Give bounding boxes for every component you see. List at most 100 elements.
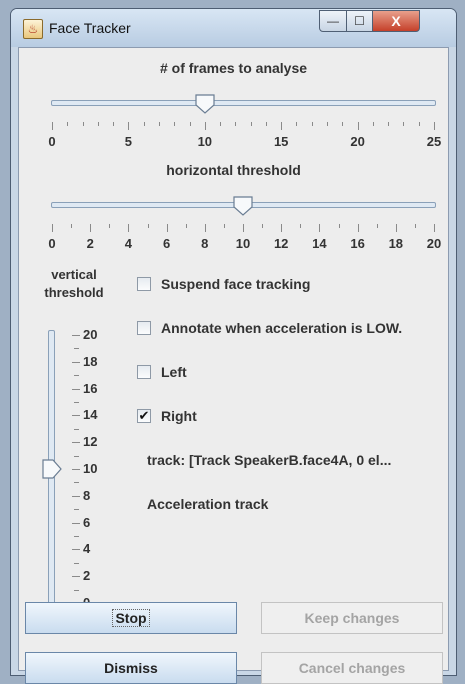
minimize-button[interactable]: — [319, 10, 347, 32]
horizontal-threshold-tick-label: 14 [312, 236, 327, 251]
vertical-threshold-tick-label: 18 [83, 353, 98, 369]
horizontal-threshold-tick [147, 224, 149, 228]
vertical-threshold-tick [72, 361, 80, 363]
left-label: Left [161, 364, 187, 380]
horizontal-threshold-tick-label: 10 [235, 236, 251, 251]
horizontal-threshold-tick [300, 224, 302, 228]
frames-slider-tick [143, 122, 145, 126]
vertical-threshold-tick [72, 495, 80, 497]
horizontal-threshold-tick [262, 224, 264, 228]
vertical-threshold-tick [72, 415, 80, 417]
vertical-threshold-tick [74, 375, 79, 377]
horizontal-threshold-tick [223, 224, 225, 228]
horizontal-threshold-tick-label: 16 [350, 236, 365, 251]
horizontal-threshold-thumb[interactable] [233, 196, 253, 216]
frames-slider-major-tick [204, 122, 206, 130]
vertical-threshold-tick [74, 428, 79, 430]
frames-slider-tick-label: 20 [350, 134, 365, 149]
horizontal-threshold-major-tick [395, 224, 397, 232]
horizontal-threshold-tick-label: 12 [273, 236, 289, 251]
vertical-threshold-tick-label: 14 [83, 407, 98, 423]
vertical-threshold-tick-label: 16 [83, 380, 98, 396]
vertical-threshold-slider[interactable]: 20181614121086420 [19, 48, 129, 648]
horizontal-threshold-tick [414, 224, 416, 228]
frames-slider-tick [403, 122, 405, 126]
vertical-threshold-tick [72, 469, 80, 470]
horizontal-threshold-tick [338, 224, 340, 228]
stop-button-label: Stop [112, 609, 150, 627]
suspend-face-tracking-checkbox[interactable] [137, 277, 151, 291]
frames-slider-tick [189, 122, 191, 126]
vertical-threshold-tick-label: 20 [83, 327, 98, 342]
suspend-face-tracking-checkbox-row[interactable]: Suspend face tracking [137, 274, 310, 294]
horizontal-threshold-major-tick [281, 224, 283, 232]
right-checkbox-row[interactable]: ✔ Right [137, 406, 197, 426]
close-button[interactable]: X [372, 10, 420, 32]
vertical-threshold-tick-label: 4 [83, 541, 91, 557]
frames-slider-thumb[interactable] [195, 94, 215, 114]
cancel-changes-button[interactable]: Cancel changes [261, 652, 443, 684]
horizontal-threshold-major-tick [319, 224, 321, 232]
frames-slider-tick-label: 10 [197, 134, 213, 149]
horizontal-threshold-tick-label: 8 [201, 236, 209, 251]
frames-slider-major-tick [434, 122, 435, 130]
annotate-low-acceleration-checkbox-row[interactable]: Annotate when acceleration is LOW. [137, 318, 402, 338]
frames-slider-tick-label: 25 [426, 134, 442, 149]
annotate-low-acceleration-label: Annotate when acceleration is LOW. [161, 320, 403, 336]
frames-slider-tick [174, 122, 176, 126]
frames-slider-tick [296, 122, 298, 126]
horizontal-threshold-major-tick [204, 224, 206, 232]
vertical-threshold-tick [72, 442, 80, 444]
horizontal-threshold-tick [376, 224, 378, 228]
keep-changes-button[interactable]: Keep changes [261, 602, 443, 634]
track-info-text: track: [Track SpeakerB.face4A, 0 el... [147, 452, 392, 468]
frames-slider-tick [265, 122, 267, 126]
vertical-threshold-tick [74, 562, 79, 564]
frames-slider-tick [388, 122, 390, 126]
title-bar[interactable]: ♨ Face Tracker — ☐ X [11, 9, 456, 47]
horizontal-threshold-tick-label: 6 [162, 236, 171, 251]
maximize-button[interactable]: ☐ [346, 10, 373, 32]
horizontal-threshold-major-tick [166, 224, 168, 232]
dismiss-button[interactable]: Dismiss [25, 652, 237, 684]
frames-slider-tick-label: 15 [273, 134, 289, 149]
vertical-threshold-tick [74, 589, 79, 591]
vertical-threshold-tick [74, 482, 79, 484]
vertical-threshold-tick [72, 522, 80, 524]
acceleration-track-text: Acceleration track [147, 496, 269, 512]
right-checkbox[interactable]: ✔ [137, 409, 151, 423]
vertical-threshold-tick [74, 536, 79, 537]
horizontal-threshold-tick-label: 20 [426, 236, 442, 251]
vertical-threshold-tick-label: 10 [83, 461, 98, 476]
frames-slider-tick [342, 122, 344, 126]
java-cup-icon: ♨ [23, 19, 43, 39]
frames-slider-tick [235, 122, 237, 126]
frames-slider-tick [372, 122, 374, 126]
frames-slider-tick [220, 122, 222, 126]
face-tracker-window: ♨ Face Tracker — ☐ X # of frames to anal… [10, 8, 457, 684]
annotate-low-acceleration-checkbox[interactable] [137, 321, 151, 335]
window-title: Face Tracker [49, 20, 131, 36]
vertical-threshold-tick [72, 576, 80, 578]
right-label: Right [161, 408, 197, 424]
horizontal-threshold-tick [185, 224, 187, 228]
vertical-threshold-tick [74, 402, 79, 403]
stop-button[interactable]: Stop [25, 602, 237, 634]
dialog-content: # of frames to analyse 0 5 10 15 20 25 horizo… [18, 47, 449, 684]
frames-slider-major-tick [357, 122, 359, 130]
frames-slider-major-tick [281, 122, 283, 130]
vertical-threshold-tick [74, 348, 79, 350]
horizontal-threshold-major-tick [357, 224, 359, 232]
left-checkbox[interactable] [137, 365, 151, 379]
suspend-face-tracking-label: Suspend face tracking [161, 276, 311, 292]
vertical-threshold-thumb[interactable] [42, 459, 62, 479]
vertical-threshold-tick-label: 8 [83, 487, 91, 503]
vertical-threshold-tick [72, 335, 80, 336]
checkmark-icon: ✔ [138, 408, 150, 423]
frames-slider-tick [418, 122, 420, 126]
frames-slider-tick [311, 122, 313, 126]
frames-slider-tick [158, 122, 160, 126]
left-checkbox-row[interactable]: Left [137, 362, 187, 382]
vertical-threshold-tick [72, 388, 80, 390]
vertical-threshold-tick-label: 6 [83, 514, 91, 530]
